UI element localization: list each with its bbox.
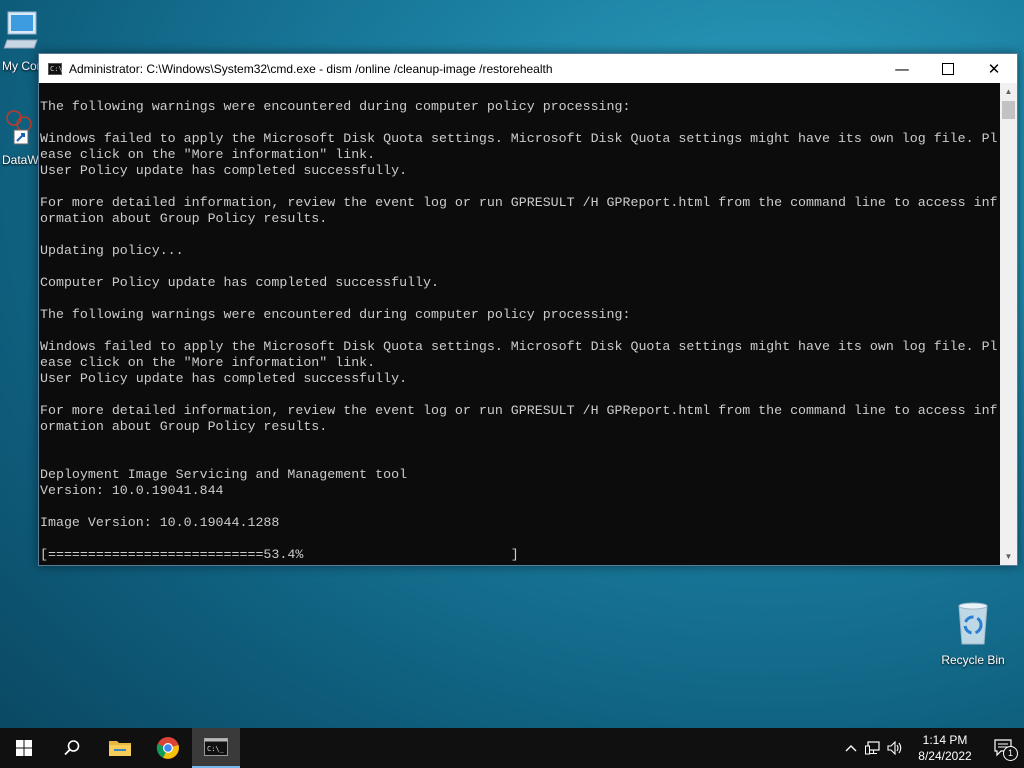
maximize-icon	[942, 62, 954, 75]
chevron-up-icon	[845, 745, 857, 752]
desktop-icon-label: Recycle Bin	[941, 653, 1005, 667]
taskbar: C:\_ 1:14 PM 8/24/2022 1	[0, 728, 1024, 768]
console-text: The following warnings were encountered …	[40, 99, 998, 562]
clock[interactable]: 1:14 PM 8/24/2022	[906, 732, 984, 764]
show-hidden-icons-button[interactable]	[840, 744, 862, 752]
clock-time: 1:14 PM	[922, 733, 968, 747]
speaker-icon	[887, 741, 902, 755]
scroll-down-arrow[interactable]: ▼	[1000, 548, 1017, 565]
close-button[interactable]: ✕	[971, 54, 1017, 83]
desktop-icon-label: My Computer	[2, 59, 42, 73]
window-title: Administrator: C:\Windows\System32\cmd.e…	[69, 61, 553, 76]
start-button[interactable]	[0, 728, 48, 768]
maximize-button[interactable]	[925, 54, 971, 83]
computer-icon	[3, 11, 38, 49]
network-button[interactable]	[862, 741, 884, 755]
search-icon	[64, 740, 80, 756]
search-button[interactable]	[48, 728, 96, 768]
desktop-icon-datawarehouse[interactable]: DataWarehouse	[2, 108, 42, 167]
scroll-up-arrow[interactable]: ▲	[1000, 83, 1017, 100]
volume-button[interactable]	[884, 741, 906, 755]
cmd-window[interactable]: C:\ Administrator: C:\Windows\System32\c…	[38, 53, 1018, 566]
command-prompt-taskbar-button[interactable]: C:\_	[192, 728, 240, 768]
windows-logo-icon	[16, 740, 32, 756]
system-tray: 1:14 PM 8/24/2022 1	[840, 728, 1024, 768]
datawarehouse-icon	[6, 110, 32, 145]
minimize-button[interactable]: —	[879, 54, 925, 83]
network-icon	[865, 741, 880, 755]
chrome-icon	[156, 737, 179, 759]
cmd-icon: C:\_	[204, 738, 228, 756]
scroll-thumb[interactable]	[1002, 101, 1015, 119]
chrome-button[interactable]	[144, 728, 192, 768]
recycle-bin-icon	[958, 602, 988, 645]
close-icon: ✕	[987, 59, 1001, 78]
desktop-icon-recycle-bin[interactable]: Recycle Bin	[938, 600, 1008, 667]
notification-count-badge: 1	[1003, 746, 1018, 761]
file-explorer-button[interactable]	[96, 728, 144, 768]
clock-date: 8/24/2022	[918, 749, 972, 763]
minimize-icon: —	[894, 59, 910, 78]
folder-icon	[109, 741, 131, 756]
desktop-icon-label: DataWarehouse	[2, 153, 42, 167]
desktop-icon-my-computer[interactable]: My Computer	[2, 10, 42, 73]
svg-text:C:\_: C:\_	[207, 745, 225, 753]
action-center-button[interactable]: 1	[984, 728, 1024, 768]
console-output-area[interactable]: The following warnings were encountered …	[39, 83, 1000, 565]
cmd-icon: C:\	[48, 62, 63, 75]
title-bar[interactable]: C:\ Administrator: C:\Windows\System32\c…	[39, 54, 1017, 83]
vertical-scrollbar[interactable]: ▲ ▼	[1000, 83, 1017, 565]
